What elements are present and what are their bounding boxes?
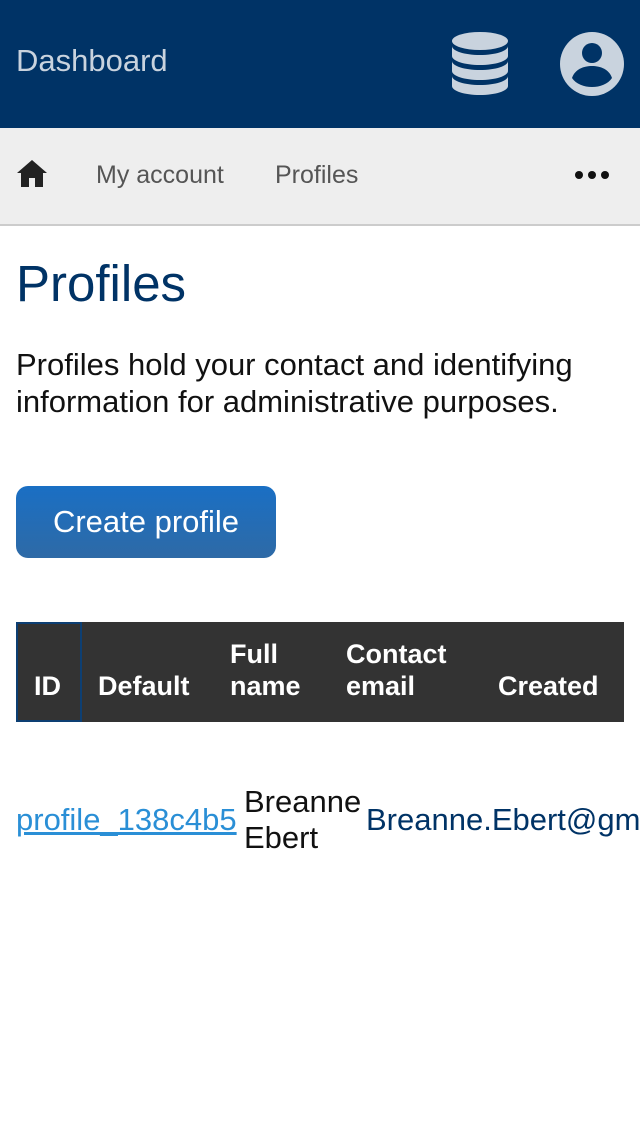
app-title[interactable]: Dashboard	[16, 43, 168, 79]
create-profile-button[interactable]: Create profile	[16, 486, 276, 558]
page-description: Profiles hold your contact and identifyi…	[16, 347, 573, 419]
top-app-bar: Dashboard	[0, 0, 640, 128]
profile-full-name: Breanne Ebert	[244, 784, 362, 855]
profiles-table-header: ID Default Full name Contact email Creat…	[16, 622, 624, 722]
account-circle-icon[interactable]	[558, 30, 626, 98]
database-icon[interactable]	[448, 30, 512, 98]
column-header-contact-email[interactable]: Contact email	[346, 638, 476, 702]
page-title: Profiles	[16, 255, 187, 312]
column-header-created[interactable]: Created	[498, 670, 599, 702]
profile-contact-email: Breanne.Ebert@gm	[366, 802, 640, 837]
profile-id-link[interactable]: profile_138c4b5	[16, 802, 237, 838]
column-header-full-name[interactable]: Full name	[230, 638, 330, 702]
column-header-default[interactable]: Default	[98, 670, 190, 702]
column-header-id[interactable]: ID	[34, 670, 61, 702]
nav-item-profiles[interactable]: Profiles	[275, 160, 358, 190]
nav-item-my-account[interactable]: My account	[96, 160, 224, 190]
nav-bar: My account Profiles	[0, 128, 640, 226]
more-horizontal-icon[interactable]	[574, 168, 610, 182]
home-icon[interactable]	[14, 156, 50, 192]
